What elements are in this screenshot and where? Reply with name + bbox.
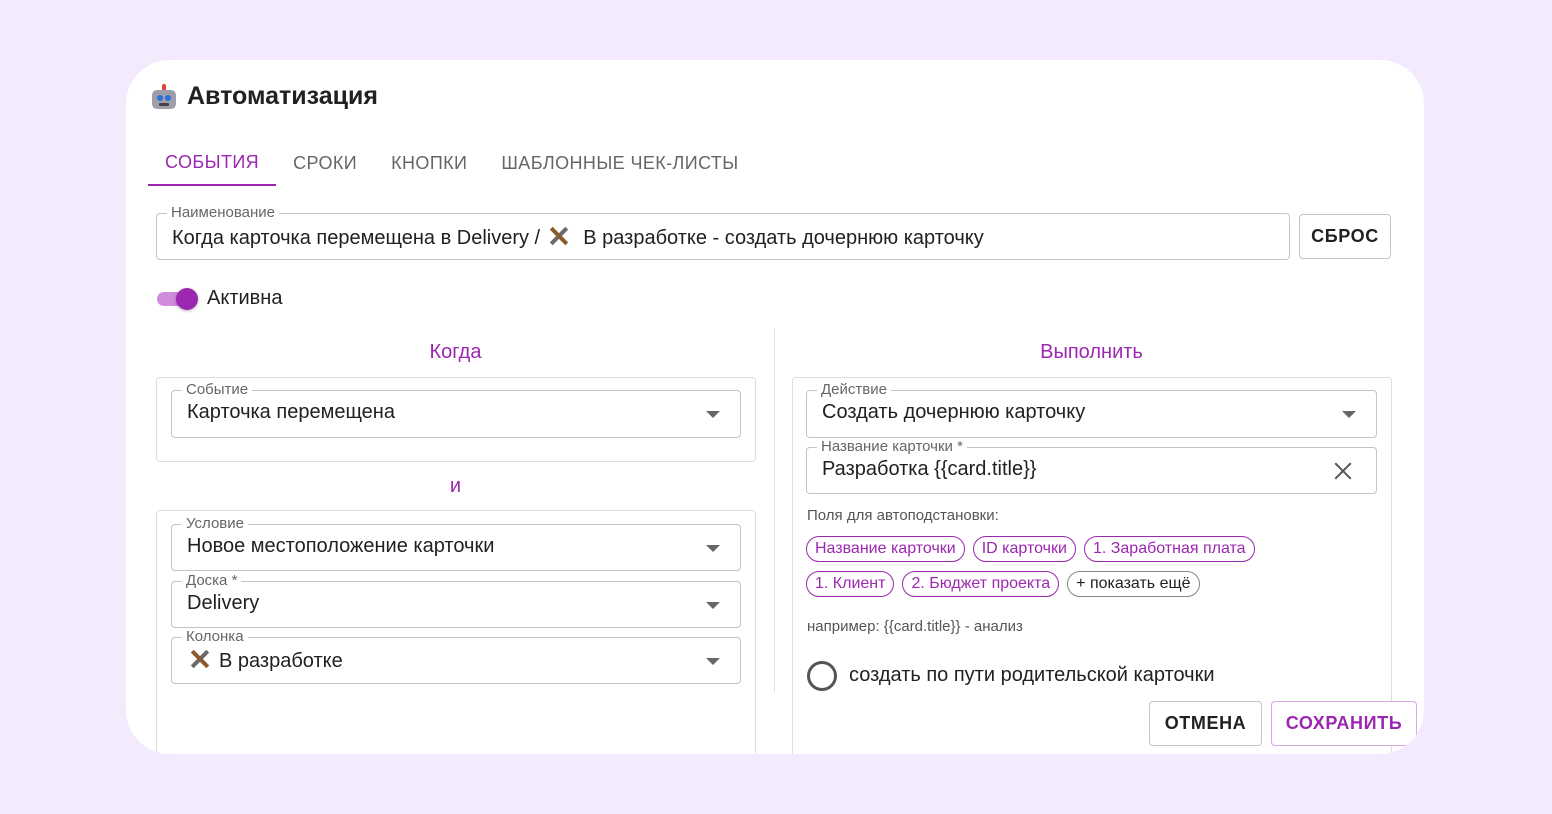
board-select-label: Доска * — [182, 573, 242, 589]
chip-client[interactable]: 1. Клиент — [806, 571, 895, 597]
chip-card-id[interactable]: ID карточки — [972, 536, 1076, 562]
name-field[interactable]: Наименование Когда карточка перемещена в… — [156, 205, 1290, 260]
condition-select[interactable]: Условие Новое местоположение карточки — [171, 516, 741, 571]
active-toggle-label: Активна — [207, 287, 283, 309]
chip-card-title[interactable]: Название карточки — [806, 536, 965, 562]
tab-deadlines[interactable]: СРОКИ — [276, 140, 374, 186]
save-button[interactable]: СОХРАНИТЬ — [1271, 701, 1417, 746]
chip-project-budget[interactable]: 2. Бюджет проекта — [902, 571, 1060, 597]
active-toggle[interactable] — [157, 288, 199, 310]
clear-icon[interactable] — [1334, 462, 1352, 480]
autofill-label: Поля для автоподстановки: — [807, 507, 999, 524]
event-select-value: Карточка перемещена — [187, 401, 395, 423]
tools-icon — [546, 225, 572, 247]
tab-checklist-templates[interactable]: ШАБЛОННЫЕ ЧЕК-ЛИСТЫ — [484, 140, 755, 186]
column-select[interactable]: Колонка В разработке — [171, 629, 741, 684]
parent-path-radio[interactable] — [807, 661, 837, 691]
card-name-label: Название карточки * — [817, 439, 967, 455]
action-select-value: Создать дочернюю карточку — [822, 401, 1086, 423]
tab-events[interactable]: СОБЫТИЯ — [148, 140, 277, 186]
when-heading: Когда — [429, 341, 482, 363]
execute-heading: Выполнить — [1040, 341, 1143, 363]
robot-icon — [149, 83, 179, 111]
column-divider — [774, 328, 775, 692]
example-hint: например: {{card.title}} - анализ — [807, 618, 1023, 635]
column-select-value: В разработке — [187, 648, 343, 673]
reset-button[interactable]: СБРОС — [1299, 214, 1391, 259]
action-select-label: Действие — [817, 382, 891, 398]
card-name-value: Разработка {{card.title}} — [822, 458, 1037, 480]
chevron-down-icon — [706, 411, 720, 418]
card-name-field[interactable]: Название карточки * Разработка {{card.ti… — [806, 439, 1377, 494]
chevron-down-icon — [1342, 411, 1356, 418]
event-select-label: Событие — [182, 382, 253, 398]
board-select[interactable]: Доска * Delivery — [171, 573, 741, 628]
tab-buttons[interactable]: КНОПКИ — [374, 140, 484, 186]
condition-select-value: Новое местоположение карточки — [187, 535, 495, 557]
show-more-chip[interactable]: + показать ещё — [1067, 571, 1200, 597]
event-select[interactable]: Событие Карточка перемещена — [171, 382, 741, 438]
automation-dialog: Автоматизация СОБЫТИЯ СРОКИ КНОПКИ ШАБЛО… — [126, 60, 1424, 754]
cancel-button[interactable]: ОТМЕНА — [1149, 701, 1262, 746]
column-select-label: Колонка — [182, 629, 248, 645]
action-select[interactable]: Действие Создать дочернюю карточку — [806, 382, 1377, 438]
condition-select-label: Условие — [182, 516, 248, 532]
chevron-down-icon — [706, 602, 720, 609]
chevron-down-icon — [706, 658, 720, 665]
dialog-title: Автоматизация — [149, 82, 378, 111]
board-select-value: Delivery — [187, 592, 260, 614]
chip-salary[interactable]: 1. Заработная плата — [1083, 536, 1255, 562]
tools-icon — [187, 648, 213, 670]
parent-path-radio-label: создать по пути родительской карточки — [849, 664, 1215, 686]
dialog-title-text: Автоматизация — [187, 82, 378, 110]
name-field-label: Наименование — [167, 205, 279, 221]
chevron-down-icon — [706, 545, 720, 552]
and-label: и — [449, 475, 462, 497]
name-field-value: Когда карточка перемещена в Delivery / В… — [172, 225, 984, 249]
autofill-chips-row-2: 1. Клиент 2. Бюджет проекта + показать е… — [806, 571, 1208, 597]
autofill-chips-row-1: Название карточки ID карточки 1. Заработ… — [806, 536, 1263, 562]
tab-bar: СОБЫТИЯ СРОКИ КНОПКИ ШАБЛОННЫЕ ЧЕК-ЛИСТЫ — [148, 140, 756, 188]
